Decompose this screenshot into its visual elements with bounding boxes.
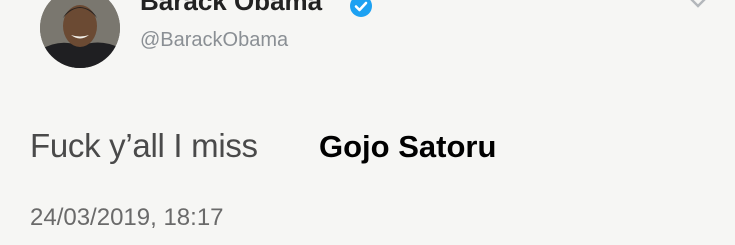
avatar[interactable]: [40, 0, 120, 68]
display-name[interactable]: Barack Obama: [140, 0, 322, 17]
timestamp[interactable]: 24/03/2019, 18:17: [30, 204, 224, 232]
tweet-text: Fuck y’all I miss: [30, 127, 258, 164]
profile-photo: [40, 0, 120, 68]
verified-badge-icon: [350, 0, 372, 17]
handle[interactable]: @BarackObama: [140, 29, 288, 52]
chevron-down-icon[interactable]: [688, 0, 708, 10]
overlay-caption: Gojo Satoru: [319, 129, 497, 164]
